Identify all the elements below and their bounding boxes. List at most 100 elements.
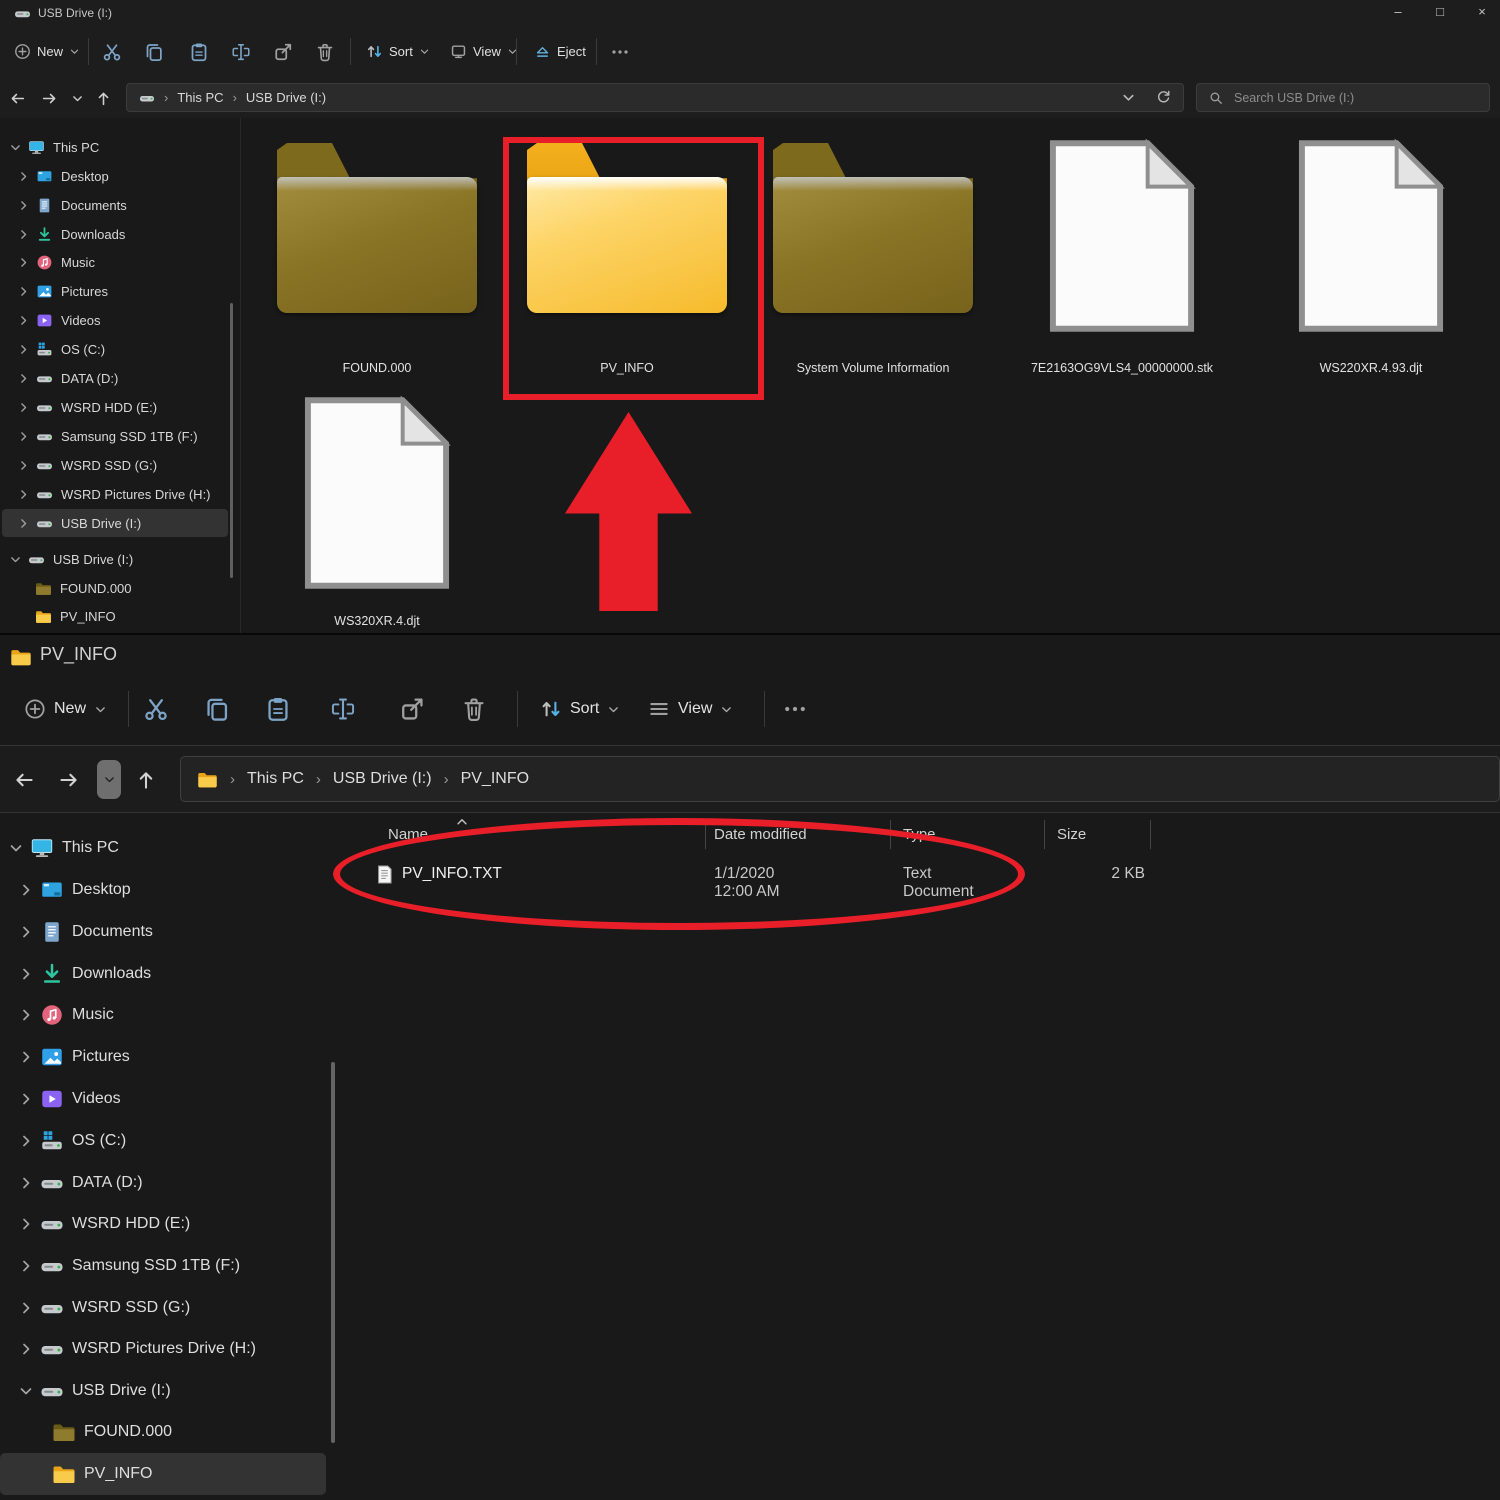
sidebar-item-found000[interactable]: FOUND.000 [0,1411,326,1453]
forward-button[interactable] [56,767,82,793]
sidebar-item-pv-info[interactable]: PV_INFO [0,1453,326,1495]
sidebar-item-data-d[interactable]: DATA (D:) [0,1162,326,1204]
view-button[interactable]: View [640,689,741,729]
back-button[interactable] [6,87,28,109]
rename-icon[interactable] [231,42,251,62]
sidebar-item-videos[interactable]: Videos [0,1078,326,1120]
chevron-right-icon[interactable] [18,1175,34,1191]
minimize-button[interactable]: – [1377,0,1419,26]
chevron-right-icon[interactable] [18,966,34,982]
sidebar-item-usb-drive[interactable]: USB Drive (I:) [0,1370,326,1412]
sidebar-item-usb-drive-selected[interactable]: USB Drive (I:) [2,509,228,537]
cut-icon[interactable] [102,42,122,62]
sidebar-item-wsrd-ssd[interactable]: WSRD SSD (G:) [0,1287,326,1329]
share-icon[interactable] [273,42,293,62]
sidebar-item-found000[interactable]: FOUND.000 [2,574,228,602]
chevron-right-icon[interactable] [17,199,30,212]
share-icon[interactable] [399,696,425,722]
sort-button[interactable]: Sort [360,35,436,67]
copy-icon[interactable] [204,696,230,722]
sidebar-item-pv-info[interactable]: PV_INFO [2,602,228,630]
view-button[interactable]: View [444,35,524,67]
address-bar[interactable]: › This PC › USB Drive (I:) › PV_INFO [180,756,1500,802]
more-options-icon[interactable] [782,696,808,722]
sidebar-item-usb-drive-expanded[interactable]: USB Drive (I:) [2,545,228,573]
chevron-down-icon[interactable] [18,1383,34,1399]
delete-icon[interactable] [461,696,487,722]
chevron-right-icon[interactable] [18,1258,34,1274]
chevron-right-icon[interactable] [17,459,30,472]
chevron-right-icon[interactable] [18,1300,34,1316]
sidebar-item-this-pc[interactable]: This PC [2,133,228,161]
paste-icon[interactable] [189,42,209,62]
sidebar-item-wsrd-hdd[interactable]: WSRD HDD (E:) [0,1203,326,1245]
up-button[interactable] [133,767,159,793]
chevron-right-icon[interactable] [18,1341,34,1357]
chevron-right-icon[interactable] [17,285,30,298]
recent-locations-button[interactable] [66,87,88,109]
breadcrumb-usb-drive[interactable]: USB Drive (I:) [333,770,432,788]
chevron-down-icon[interactable] [9,553,22,566]
column-header-size[interactable]: Size [1057,826,1086,843]
up-button[interactable] [92,87,114,109]
sidebar-item-wsrd-pictures[interactable]: WSRD Pictures Drive (H:) [2,480,228,508]
eject-button[interactable]: Eject [528,35,592,67]
breadcrumb-this-pc[interactable]: This PC [177,90,223,105]
new-button[interactable]: New [16,689,115,729]
search-input[interactable] [1232,90,1477,106]
sidebar-item-music[interactable]: Music [0,994,326,1036]
sidebar-item-documents[interactable]: Documents [0,911,326,953]
sidebar-item-music[interactable]: Music [2,248,228,276]
file-tile-ws320xr[interactable]: WS320XR.4.djt [252,390,502,638]
sidebar-item-samsung-ssd[interactable]: Samsung SSD 1TB (F:) [2,422,228,450]
maximize-button[interactable]: □ [1419,0,1461,26]
chevron-down-icon[interactable] [8,840,24,856]
recent-locations-button[interactable] [97,760,121,799]
delete-icon[interactable] [315,42,335,62]
refresh-icon[interactable] [1156,90,1171,105]
rename-icon[interactable] [330,696,356,722]
more-options-icon[interactable] [610,42,630,62]
chevron-right-icon[interactable] [18,1216,34,1232]
breadcrumb-pv-info[interactable]: PV_INFO [461,770,529,788]
chevron-right-icon[interactable] [17,401,30,414]
sidebar-item-wsrd-pictures[interactable]: WSRD Pictures Drive (H:) [0,1328,326,1370]
sidebar-item-wsrd-ssd[interactable]: WSRD SSD (G:) [2,451,228,479]
chevron-right-icon[interactable] [18,1007,34,1023]
sidebar-item-os-c[interactable]: OS (C:) [2,335,228,363]
sidebar-item-samsung-ssd[interactable]: Samsung SSD 1TB (F:) [0,1245,326,1287]
column-divider[interactable] [1044,820,1045,849]
file-tile-found000[interactable]: FOUND.000 [252,137,502,385]
chevron-right-icon[interactable] [17,170,30,183]
chevron-right-icon[interactable] [17,517,30,530]
chevron-right-icon[interactable] [17,343,30,356]
chevron-down-icon[interactable] [9,141,22,154]
forward-button[interactable] [38,87,60,109]
sidebar-item-pictures[interactable]: Pictures [0,1036,326,1078]
column-divider[interactable] [1150,820,1151,849]
address-bar[interactable]: › This PC › USB Drive (I:) [126,83,1184,112]
chevron-right-icon[interactable] [17,256,30,269]
chevron-right-icon[interactable] [17,488,30,501]
chevron-right-icon[interactable] [17,228,30,241]
chevron-right-icon[interactable] [18,1049,34,1065]
close-button[interactable]: × [1461,0,1500,26]
file-tile-system-volume-information[interactable]: System Volume Information [748,137,998,385]
sidebar-item-desktop[interactable]: Desktop [2,162,228,190]
file-tile-stk-file[interactable]: 7E2163OG9VLS4_00000000.stk [997,137,1247,385]
chevron-right-icon[interactable] [18,1091,34,1107]
file-tile-ws220xr[interactable]: WS220XR.4.93.djt [1246,137,1496,385]
cut-icon[interactable] [143,696,169,722]
paste-icon[interactable] [265,696,291,722]
sidebar-scrollbar[interactable] [331,1062,335,1443]
chevron-right-icon[interactable] [18,924,34,940]
sidebar-item-downloads[interactable]: Downloads [2,220,228,248]
sidebar-item-os-c[interactable]: OS (C:) [0,1120,326,1162]
breadcrumb-usb-drive[interactable]: USB Drive (I:) [246,90,326,105]
sidebar-item-downloads[interactable]: Downloads [0,953,326,995]
sidebar-item-documents[interactable]: Documents [2,191,228,219]
chevron-right-icon[interactable] [17,430,30,443]
breadcrumb-this-pc[interactable]: This PC [247,770,304,788]
sort-button[interactable]: Sort [532,689,628,729]
sidebar-item-wsrd-hdd[interactable]: WSRD HDD (E:) [2,393,228,421]
